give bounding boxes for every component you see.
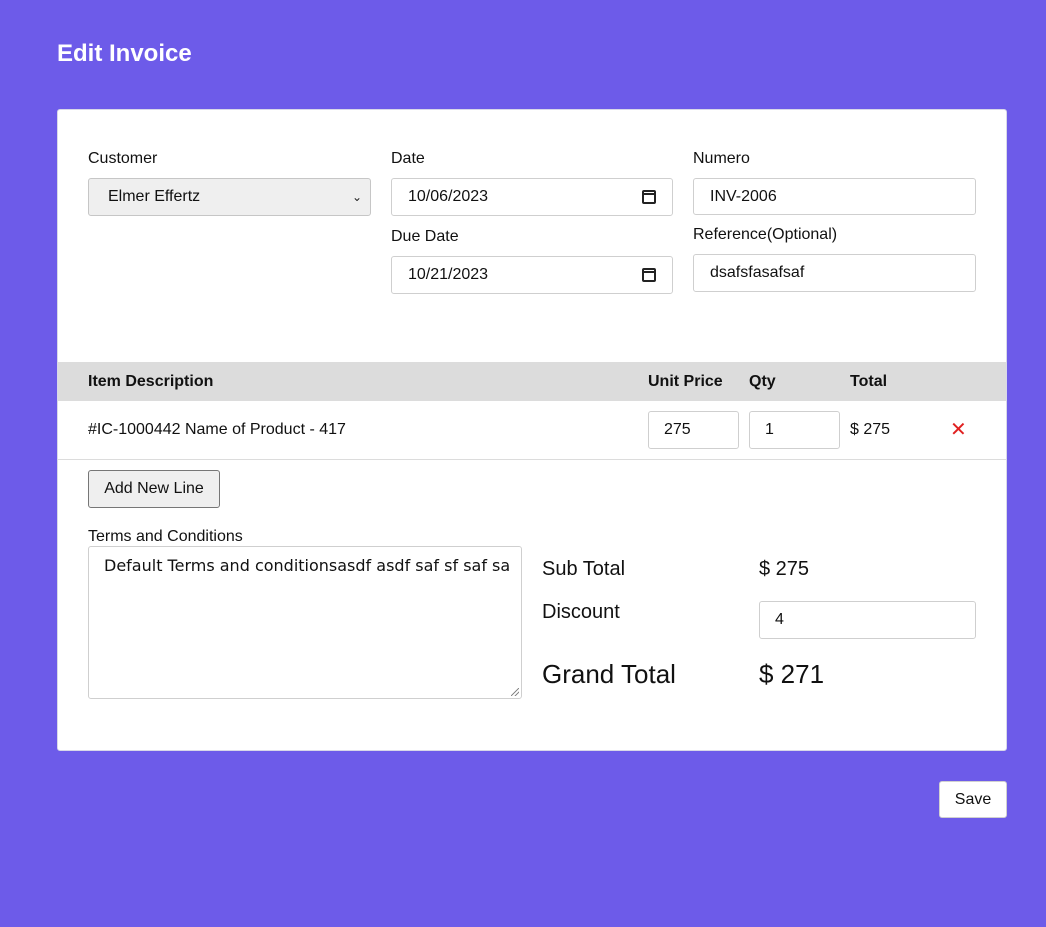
grand-total-value: $ 271 [759, 659, 825, 689]
reference-value: dsafsfasafsaf [710, 264, 805, 281]
qty-value: 1 [765, 421, 774, 438]
date-input[interactable]: 10/06/2023 [391, 178, 673, 216]
header-unit-price: Unit Price [648, 373, 723, 390]
subtotal-label: Sub Total [542, 558, 626, 580]
calendar-icon[interactable] [642, 190, 656, 204]
close-icon[interactable]: ✕ [950, 420, 967, 440]
invoice-card: Customer Elmer Effertz ⌄ Date 10/06/2023… [57, 109, 1007, 751]
subtotal-value: $ 275 [759, 558, 810, 580]
calendar-icon[interactable] [642, 268, 656, 282]
customer-label: Customer [88, 150, 158, 167]
numero-value: INV-2006 [710, 187, 777, 205]
discount-input[interactable]: 4 [759, 601, 976, 639]
terms-value: Default Terms and conditionsasdf asdf sa… [104, 556, 511, 575]
header-total: Total [850, 373, 888, 390]
numero-label: Numero [693, 150, 750, 167]
unit-price-value: 275 [664, 421, 691, 438]
header-item-description: Item Description [88, 373, 214, 390]
due-date-value: 10/21/2023 [408, 266, 489, 283]
date-label: Date [391, 150, 425, 167]
grand-total-label: Grand Total [542, 659, 676, 689]
unit-price-input[interactable]: 275 [648, 411, 739, 449]
discount-value: 4 [775, 611, 784, 628]
terms-textarea[interactable]: Default Terms and conditionsasdf asdf sa… [88, 546, 522, 699]
date-value: 10/06/2023 [408, 188, 489, 205]
row-divider [58, 459, 1006, 460]
header-qty: Qty [749, 373, 776, 390]
items-table-header: Item Description Unit Price Qty Total [58, 362, 1006, 401]
save-button[interactable]: Save [939, 781, 1007, 818]
customer-select[interactable]: Elmer Effertz ⌄ [88, 178, 371, 216]
item-description: #IC-1000442 Name of Product - 417 [88, 421, 346, 438]
reference-label: Reference(Optional) [693, 226, 838, 243]
discount-label: Discount [542, 601, 620, 623]
numero-input[interactable]: INV-2006 [693, 178, 976, 215]
add-new-line-button[interactable]: Add New Line [88, 470, 220, 508]
due-date-label: Due Date [391, 228, 459, 245]
resize-handle-icon[interactable] [511, 688, 519, 696]
reference-input[interactable]: dsafsfasafsaf [693, 254, 976, 292]
qty-input[interactable]: 1 [749, 411, 840, 449]
terms-label: Terms and Conditions [88, 528, 243, 545]
item-total: $ 275 [850, 421, 891, 438]
due-date-input[interactable]: 10/21/2023 [391, 256, 673, 294]
customer-value: Elmer Effertz [108, 188, 201, 205]
chevron-down-icon: ⌄ [351, 190, 362, 204]
page-title: Edit Invoice [57, 40, 192, 67]
